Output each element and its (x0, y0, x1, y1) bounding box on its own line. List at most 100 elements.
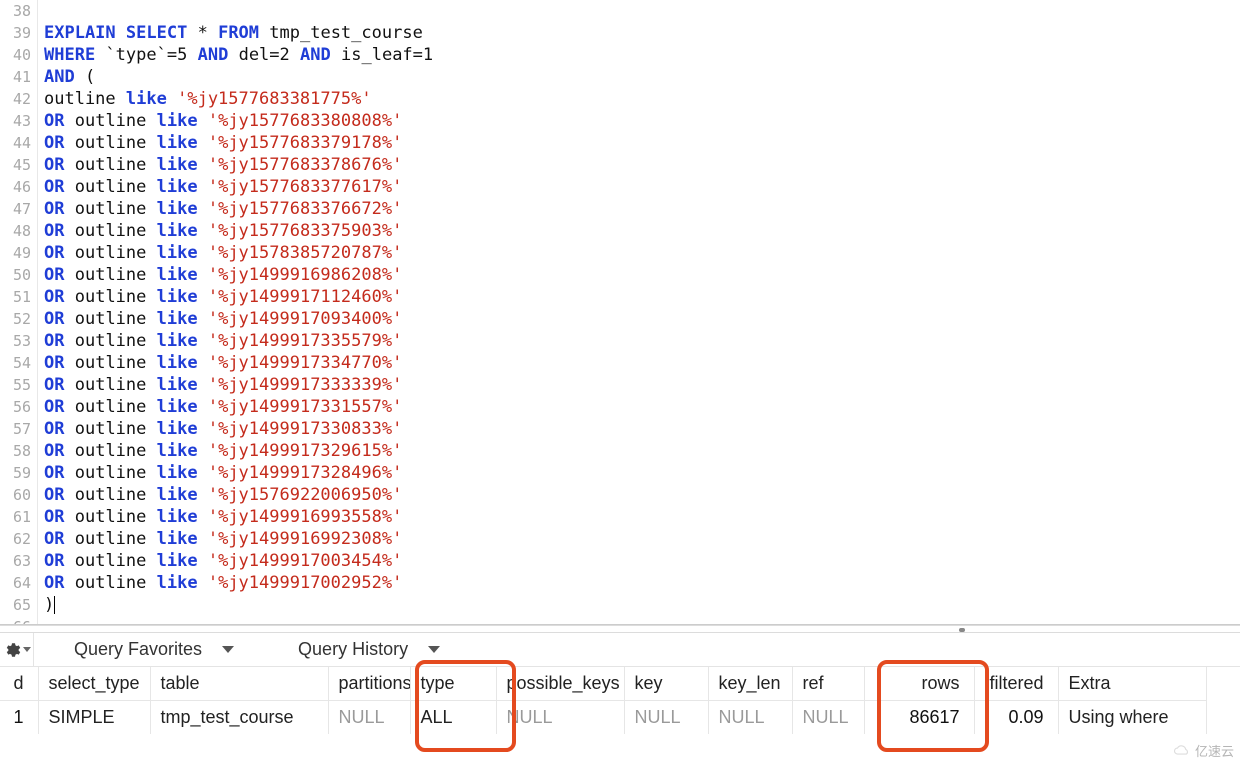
results-header-row: dselect_typetablepartitionstypepossible_… (0, 667, 1206, 701)
code-line[interactable]: OR outline like '%jy1577683378676%' (44, 154, 1240, 176)
column-header-table[interactable]: table (150, 667, 328, 701)
column-header-type[interactable]: type (410, 667, 496, 701)
cell-rows[interactable]: 86617 (864, 701, 974, 735)
line-number: 55 (0, 374, 31, 396)
code-line[interactable]: OR outline like '%jy1499917335579%' (44, 330, 1240, 352)
string-token: '%jy1499917333339%' (208, 375, 402, 395)
keyword-token: like (157, 199, 198, 219)
identifier-token: outline (75, 265, 147, 285)
code-line[interactable]: OR outline like '%jy1499917331557%' (44, 396, 1240, 418)
code-line[interactable]: OR outline like '%jy1577683380808%' (44, 110, 1240, 132)
code-line[interactable]: OR outline like '%jy1577683377617%' (44, 176, 1240, 198)
cell-possible_keys[interactable]: NULL (496, 701, 624, 735)
code-line[interactable]: EXPLAIN SELECT * FROM tmp_test_course (44, 22, 1240, 44)
keyword-token: like (157, 133, 198, 153)
operator-token: = (269, 45, 279, 65)
operator-token: = (167, 45, 177, 65)
code-line[interactable]: OR outline like '%jy1499917329615%' (44, 440, 1240, 462)
code-line[interactable] (44, 616, 1240, 625)
sql-editor[interactable]: 3839404142434445464748495051525354555657… (0, 0, 1240, 625)
cell-type[interactable]: ALL (410, 701, 496, 735)
identifier-token: outline (75, 529, 147, 549)
keyword-token: OR (44, 441, 64, 461)
keyword-token: like (157, 441, 198, 461)
code-line[interactable]: OR outline like '%jy1577683375903%' (44, 220, 1240, 242)
code-line[interactable]: AND ( (44, 66, 1240, 88)
cell-filtered[interactable]: 0.09 (974, 701, 1058, 735)
cell-key_len[interactable]: NULL (708, 701, 792, 735)
code-line[interactable]: OR outline like '%jy1499917093400%' (44, 308, 1240, 330)
keyword-token: like (157, 155, 198, 175)
keyword-token: AND (44, 67, 75, 87)
code-line[interactable]: OR outline like '%jy1499917333339%' (44, 374, 1240, 396)
results-panel: dselect_typetablepartitionstypepossible_… (0, 667, 1240, 734)
watermark: 亿速云 (1173, 741, 1234, 760)
code-line[interactable]: outline like '%jy1577683381775%' (44, 88, 1240, 110)
code-line[interactable]: OR outline like '%jy1499917328496%' (44, 462, 1240, 484)
string-token: '%jy1577683377617%' (208, 177, 402, 197)
keyword-token: like (126, 89, 167, 109)
line-number: 59 (0, 462, 31, 484)
string-token: '%jy1578385720787%' (208, 243, 402, 263)
code-line[interactable]: OR outline like '%jy1576922006950%' (44, 484, 1240, 506)
column-header-d[interactable]: d (0, 667, 38, 701)
keyword-token: OR (44, 419, 64, 439)
keyword-token: like (157, 111, 198, 131)
column-header-select_type[interactable]: select_type (38, 667, 150, 701)
cell-d[interactable]: 1 (0, 701, 38, 735)
column-header-key[interactable]: key (624, 667, 708, 701)
keyword-token: like (157, 463, 198, 483)
identifier-token: outline (75, 287, 147, 307)
column-header-rows[interactable]: rows (864, 667, 974, 701)
column-header-filtered[interactable]: filtered (974, 667, 1058, 701)
code-line[interactable]: ) (44, 594, 1240, 616)
code-line[interactable]: OR outline like '%jy1578385720787%' (44, 242, 1240, 264)
query-favorites-button[interactable]: Query Favorites (34, 633, 258, 666)
identifier-token: outline (75, 331, 147, 351)
code-line[interactable]: OR outline like '%jy1499916993558%' (44, 506, 1240, 528)
query-history-button[interactable]: Query History (258, 633, 464, 666)
keyword-token: like (157, 331, 198, 351)
cell-ref[interactable]: NULL (792, 701, 864, 735)
code-line[interactable]: OR outline like '%jy1577683379178%' (44, 132, 1240, 154)
code-line[interactable] (44, 0, 1240, 22)
operator-token: ) (44, 595, 54, 615)
cell-Extra[interactable]: Using where (1058, 701, 1206, 735)
keyword-token: OR (44, 529, 64, 549)
column-header-partitions[interactable]: partitions (328, 667, 410, 701)
keyword-token: OR (44, 397, 64, 417)
code-line[interactable]: OR outline like '%jy1499917334770%' (44, 352, 1240, 374)
identifier-token: outline (75, 155, 147, 175)
string-token: '%jy1577683379178%' (208, 133, 402, 153)
column-header-Extra[interactable]: Extra (1058, 667, 1206, 701)
column-header-ref[interactable]: ref (792, 667, 864, 701)
column-header-key_len[interactable]: key_len (708, 667, 792, 701)
code-line[interactable]: OR outline like '%jy1499916992308%' (44, 528, 1240, 550)
column-header-possible_keys[interactable]: possible_keys (496, 667, 624, 701)
settings-button[interactable] (0, 633, 34, 666)
table-row[interactable]: 1SIMPLEtmp_test_courseNULLALLNULLNULLNUL… (0, 701, 1206, 735)
cell-key[interactable]: NULL (624, 701, 708, 735)
identifier-token: outline (75, 309, 147, 329)
identifier-token: tmp_test_course (269, 23, 423, 43)
code-line[interactable]: OR outline like '%jy1499917330833%' (44, 418, 1240, 440)
cell-select_type[interactable]: SIMPLE (38, 701, 150, 735)
keyword-token: OR (44, 221, 64, 241)
code-line[interactable]: OR outline like '%jy1499917112460%' (44, 286, 1240, 308)
keyword-token: OR (44, 375, 64, 395)
code-line[interactable]: OR outline like '%jy1499917002952%' (44, 572, 1240, 594)
pane-divider[interactable] (0, 625, 1240, 633)
code-line[interactable]: OR outline like '%jy1499916986208%' (44, 264, 1240, 286)
keyword-token: OR (44, 551, 64, 571)
line-number: 56 (0, 396, 31, 418)
code-line[interactable]: WHERE `type`=5 AND del=2 AND is_leaf=1 (44, 44, 1240, 66)
sql-code-area[interactable]: EXPLAIN SELECT * FROM tmp_test_courseWHE… (38, 0, 1240, 624)
explain-results-table[interactable]: dselect_typetablepartitionstypepossible_… (0, 667, 1207, 734)
code-line[interactable]: OR outline like '%jy1499917003454%' (44, 550, 1240, 572)
cell-partitions[interactable]: NULL (328, 701, 410, 735)
code-line[interactable]: OR outline like '%jy1577683376672%' (44, 198, 1240, 220)
cell-table[interactable]: tmp_test_course (150, 701, 328, 735)
keyword-token: like (157, 507, 198, 527)
keyword-token: like (157, 419, 198, 439)
keyword-token: FROM (218, 23, 259, 43)
